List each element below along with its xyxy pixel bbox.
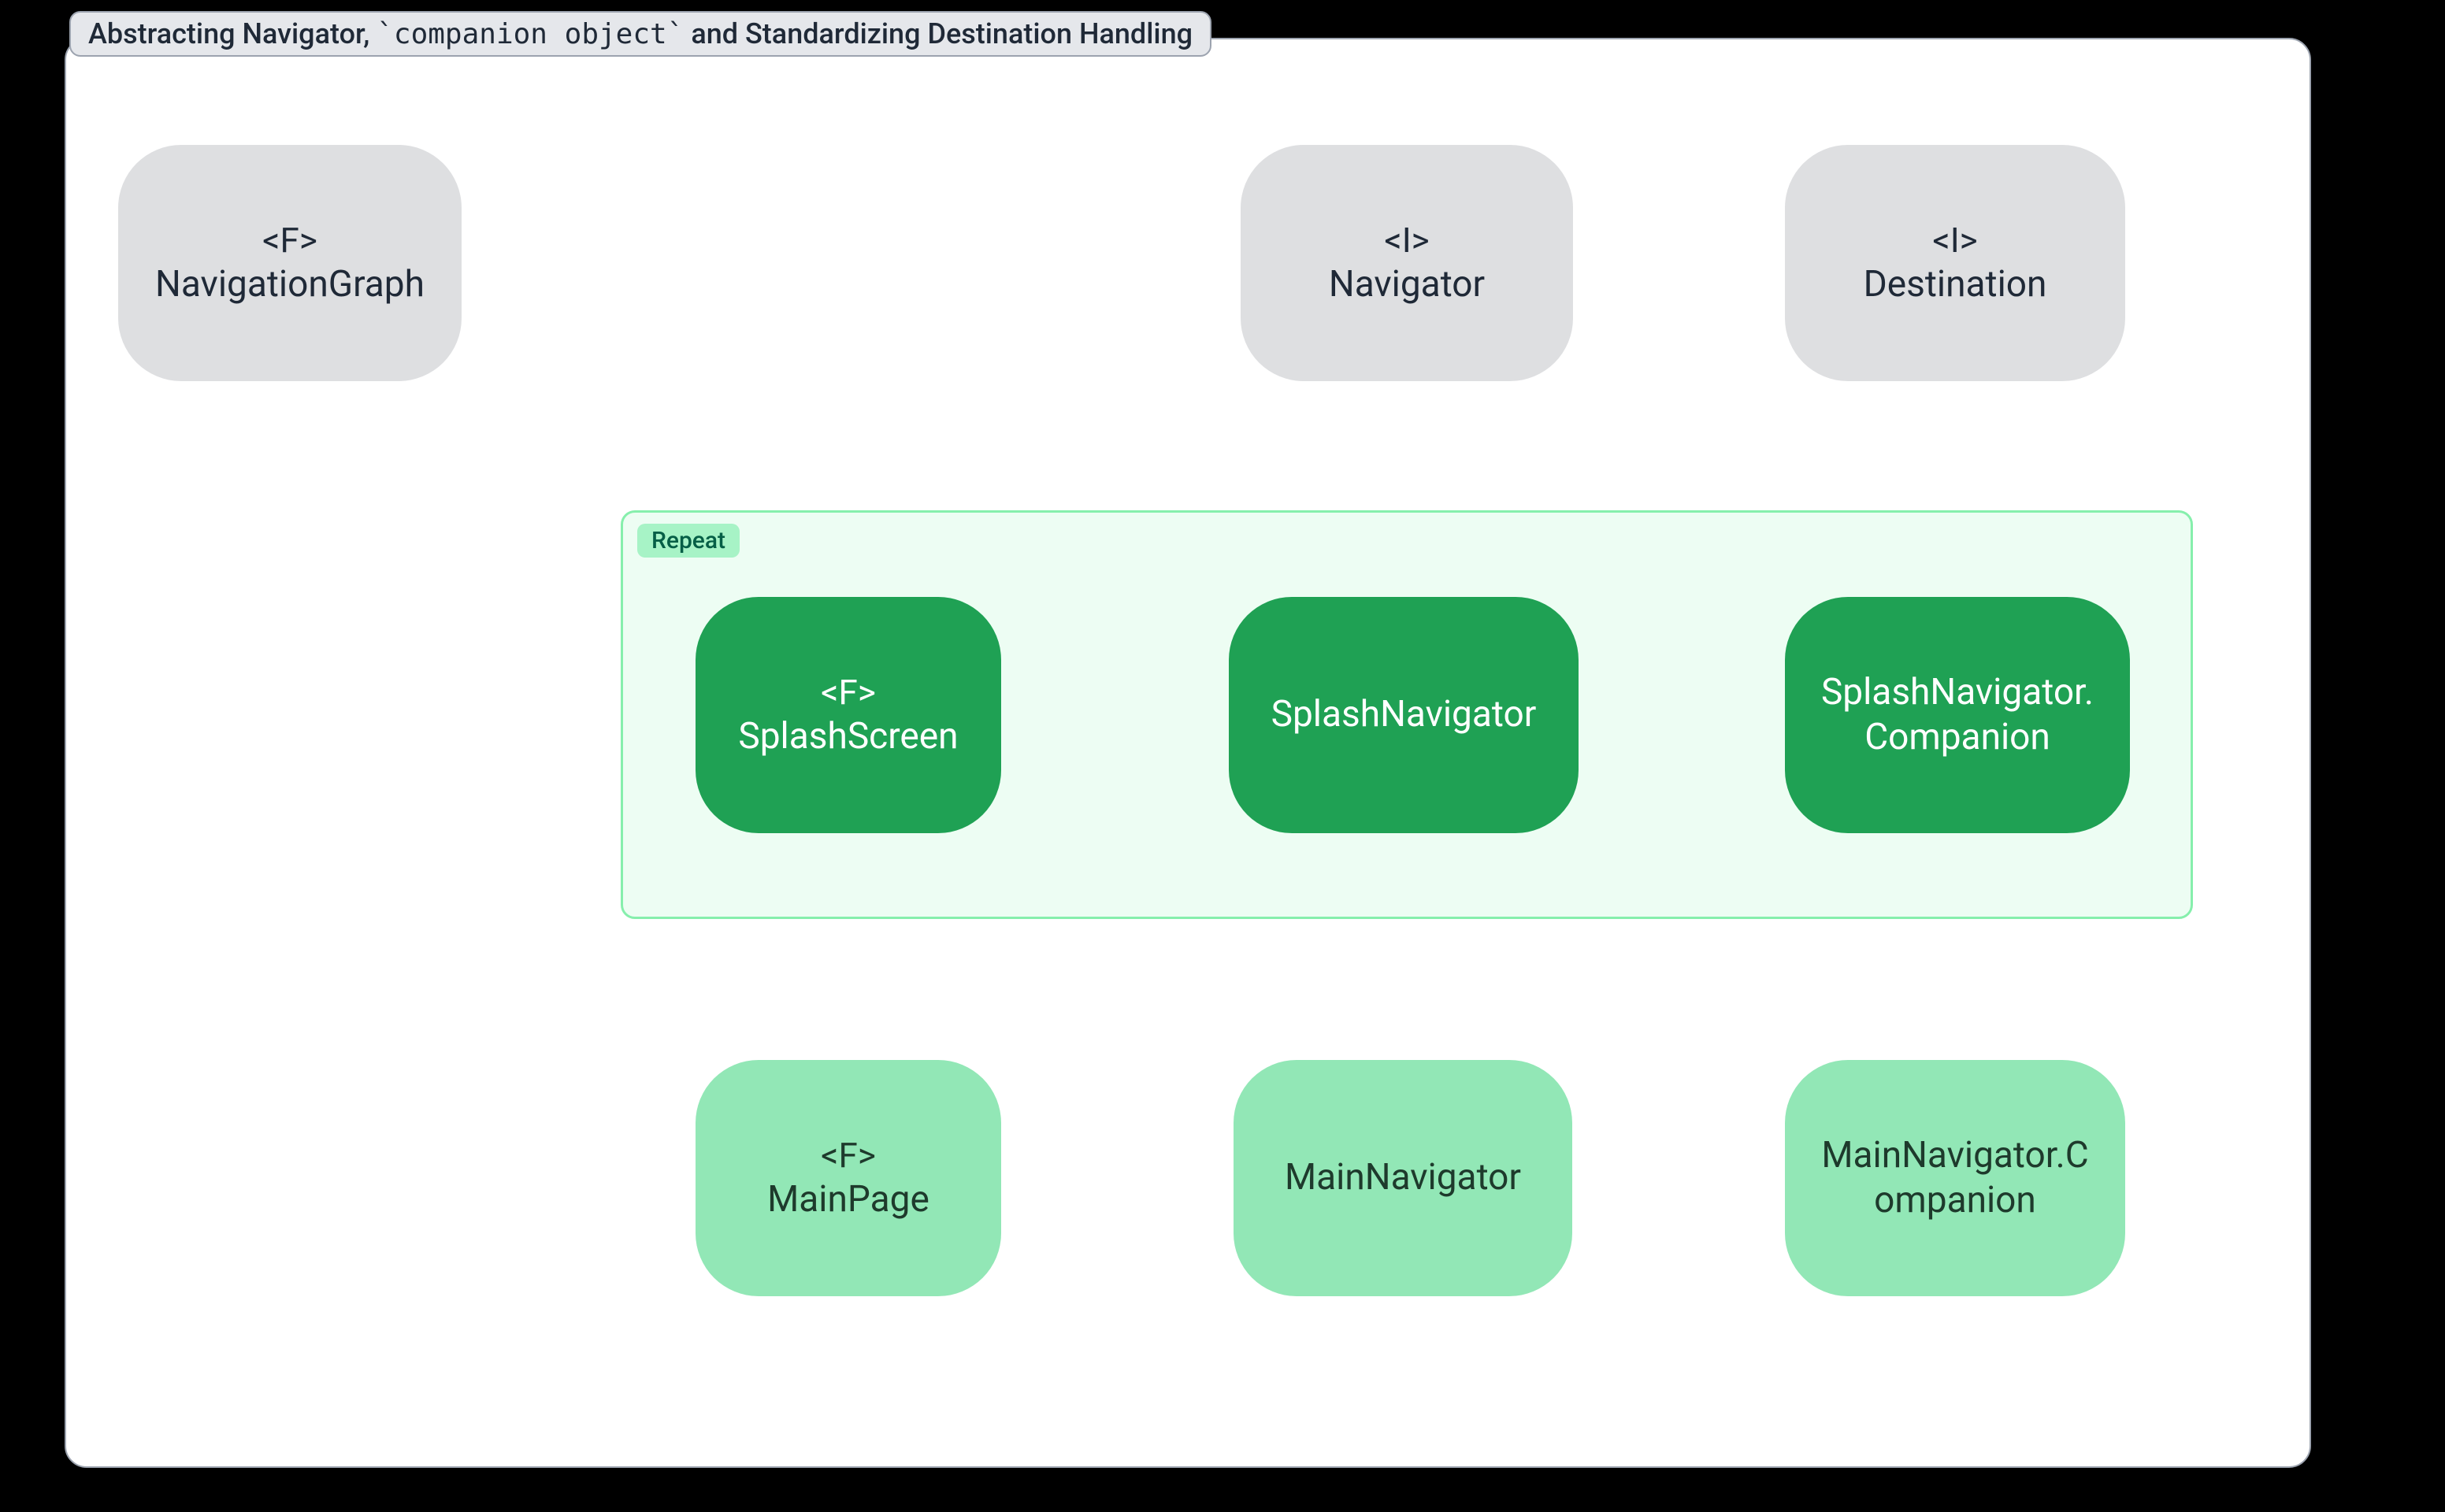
node-destination-label: Destination <box>1864 262 2047 308</box>
node-navigation-graph: <F> NavigationGraph <box>118 145 462 381</box>
node-destination: <I> Destination <box>1785 145 2125 381</box>
node-splash-navigator: SplashNavigator <box>1229 597 1579 833</box>
node-main-navigator: MainNavigator <box>1234 1060 1572 1296</box>
node-splash-screen-label: SplashScreen <box>738 714 958 760</box>
node-splash-navigator-companion-line2: Companion <box>1864 715 2050 761</box>
node-destination-stereotype: <I> <box>1932 219 1977 262</box>
node-navigator-stereotype: <I> <box>1384 219 1429 262</box>
node-main-navigator-companion-line1: MainNavigator.C <box>1821 1133 2088 1179</box>
node-main-navigator-label: MainNavigator <box>1285 1155 1521 1201</box>
node-main-page-label: MainPage <box>767 1177 929 1223</box>
node-splash-navigator-companion-line1: SplashNavigator. <box>1821 670 2094 716</box>
node-main-page-stereotype: <F> <box>821 1134 876 1177</box>
node-splash-navigator-companion: SplashNavigator. Companion <box>1785 597 2130 833</box>
page-title-text: Abstracting Navigator, `companion object… <box>88 17 1193 50</box>
node-navigator-label: Navigator <box>1329 262 1485 308</box>
repeat-group-label: Repeat <box>637 524 740 558</box>
node-splash-screen-stereotype: <F> <box>821 671 876 714</box>
page-title: Abstracting Navigator, `companion object… <box>69 11 1211 57</box>
node-navigation-graph-stereotype: <F> <box>262 219 317 262</box>
node-main-navigator-companion: MainNavigator.C ompanion <box>1785 1060 2125 1296</box>
node-splash-navigator-label: SplashNavigator <box>1271 692 1537 738</box>
node-main-navigator-companion-line2: ompanion <box>1874 1178 2036 1224</box>
node-main-page: <F> MainPage <box>696 1060 1001 1296</box>
node-navigator: <I> Navigator <box>1241 145 1573 381</box>
node-navigation-graph-label: NavigationGraph <box>155 262 425 308</box>
node-splash-screen: <F> SplashScreen <box>696 597 1001 833</box>
